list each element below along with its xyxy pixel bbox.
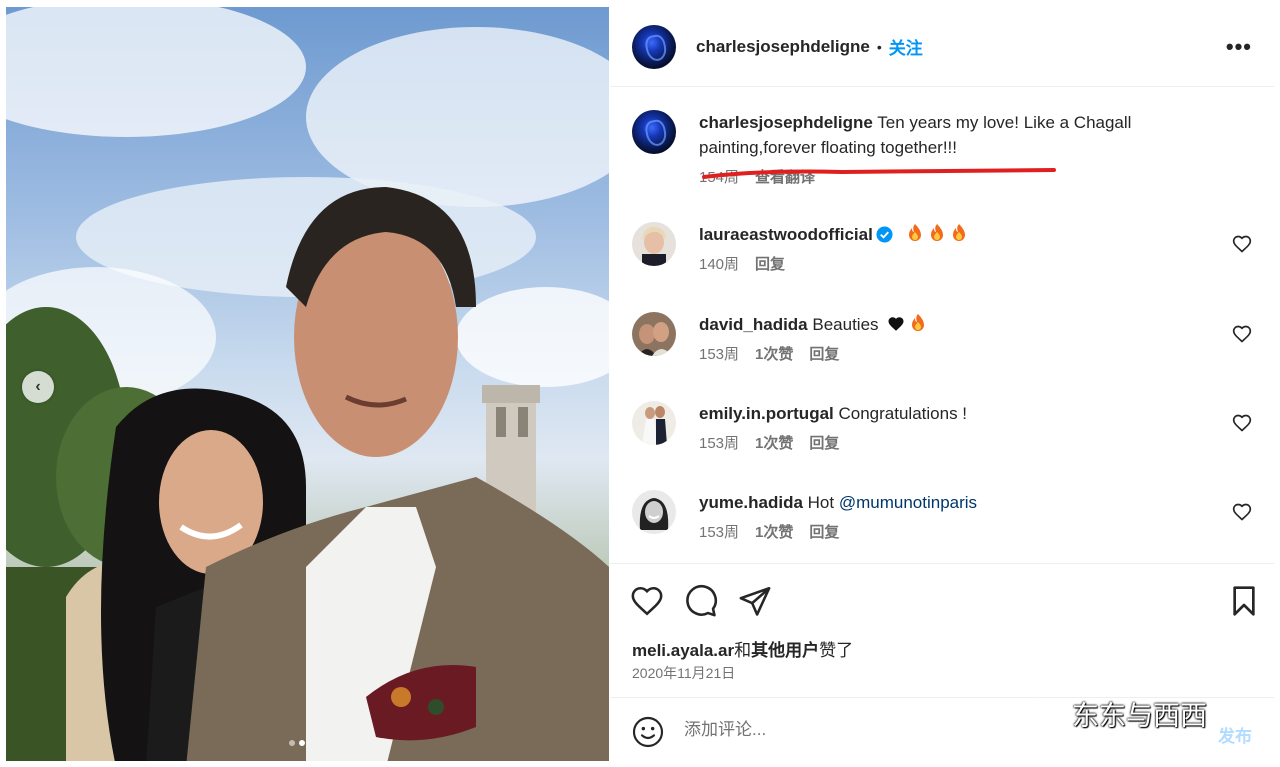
comment-body: emily.in.portugal Congratulations ! 153周… bbox=[699, 401, 1199, 456]
comment-likes[interactable]: 1次赞 bbox=[755, 431, 793, 456]
post-comment-button[interactable]: 发布 bbox=[1218, 722, 1252, 747]
fire-emoji bbox=[952, 224, 965, 241]
commenter-avatar[interactable] bbox=[632, 401, 676, 445]
carousel-dot-active bbox=[299, 740, 305, 746]
comment-username[interactable]: david_hadida bbox=[699, 315, 808, 334]
verified-badge-icon bbox=[876, 226, 893, 243]
more-options-icon[interactable]: ••• bbox=[1226, 35, 1252, 58]
carousel-dots bbox=[289, 740, 305, 746]
like-comment-heart-icon[interactable] bbox=[1232, 413, 1252, 433]
couple-selfie-image bbox=[6, 7, 609, 761]
save-bookmark-icon[interactable] bbox=[1228, 584, 1260, 618]
reply-button[interactable]: 回复 bbox=[755, 252, 785, 277]
like-comment-heart-icon[interactable] bbox=[1232, 234, 1252, 254]
reply-button[interactable]: 回复 bbox=[809, 431, 839, 456]
black-heart-emoji bbox=[888, 317, 904, 331]
fire-emoji bbox=[912, 314, 925, 331]
caption-avatar[interactable] bbox=[632, 110, 676, 154]
comment-likes[interactable]: 1次赞 bbox=[755, 342, 793, 367]
liker-username[interactable]: meli.ayala.ar bbox=[632, 641, 734, 660]
red-underline-annotation bbox=[702, 168, 1056, 179]
comment-body: david_hadida Beauties 153周 1次赞 回复 bbox=[699, 312, 1199, 367]
emoji-smile-icon[interactable] bbox=[632, 716, 664, 748]
carousel-prev-button[interactable]: ‹ bbox=[22, 371, 54, 403]
commenter-avatar[interactable] bbox=[632, 490, 676, 534]
other-likers-link[interactable]: 其他用户 bbox=[751, 641, 819, 660]
comment-username[interactable]: emily.in.portugal bbox=[699, 404, 834, 423]
author-avatar[interactable] bbox=[632, 24, 676, 69]
likes-suffix: 赞了 bbox=[819, 641, 854, 660]
wechat-logo-icon bbox=[1020, 697, 1064, 729]
caption-username[interactable]: charlesjosephdeligne bbox=[699, 113, 873, 132]
wechat-watermark: 东东与西西 bbox=[1020, 694, 1207, 733]
comment-age: 153周 bbox=[699, 435, 740, 452]
author-username[interactable]: charlesjosephdeligne bbox=[696, 37, 870, 57]
post-header: charlesjosephdeligne • 关注 ••• bbox=[610, 7, 1274, 87]
comment-text: Hot bbox=[807, 493, 835, 512]
comment-bubble-icon[interactable] bbox=[684, 584, 718, 618]
comment-body: lauraeastwoodofficial 140周 回复 bbox=[699, 222, 1199, 277]
commenter-avatar[interactable] bbox=[632, 222, 676, 266]
like-comment-heart-icon[interactable] bbox=[1232, 324, 1252, 344]
comment-likes[interactable]: 1次赞 bbox=[755, 520, 793, 545]
reply-button[interactable]: 回复 bbox=[809, 520, 839, 545]
likes-summary[interactable]: meli.ayala.ar和其他用户赞了 bbox=[632, 636, 853, 661]
likes-joiner: 和 bbox=[734, 641, 752, 660]
commenter-avatar[interactable] bbox=[632, 312, 676, 356]
fire-emoji bbox=[908, 224, 921, 241]
comments-list[interactable]: charlesjosephdeligne Ten years my love! … bbox=[610, 88, 1274, 562]
comment-item: emily.in.portugal Congratulations ! 153周… bbox=[632, 401, 1252, 471]
fire-emoji bbox=[930, 224, 943, 241]
comment-username[interactable]: lauraeastwoodofficial bbox=[699, 225, 873, 244]
like-comment-heart-icon[interactable] bbox=[1232, 502, 1252, 522]
like-heart-icon[interactable] bbox=[630, 584, 664, 618]
action-bar bbox=[610, 563, 1274, 643]
post-photo[interactable]: ‹ bbox=[6, 7, 609, 761]
comment-age: 140周 bbox=[699, 256, 740, 273]
follow-button[interactable]: 关注 bbox=[889, 34, 923, 59]
comment-text: Beauties bbox=[812, 315, 879, 334]
comment-age: 153周 bbox=[699, 346, 740, 363]
post-panel: charlesjosephdeligne • 关注 ••• charlesjos… bbox=[610, 7, 1274, 761]
comment-age: 153周 bbox=[699, 524, 740, 541]
comment-item: yume.hadida Hot @mumunotinparis 153周 1次赞… bbox=[632, 490, 1252, 560]
comment-mention-link[interactable]: @mumunotinparis bbox=[839, 493, 977, 512]
post-date: 2020年11月21日 bbox=[632, 665, 736, 681]
watermark-text: 东东与西西 bbox=[1072, 701, 1207, 732]
reply-button[interactable]: 回复 bbox=[809, 342, 839, 367]
comment-text: Congratulations ! bbox=[838, 404, 968, 423]
separator-dot: • bbox=[876, 38, 882, 55]
comment-item: david_hadida Beauties 153周 1次赞 回复 bbox=[632, 312, 1252, 382]
comment-username[interactable]: yume.hadida bbox=[699, 493, 803, 512]
comment-item: lauraeastwoodofficial 140周 回复 bbox=[632, 222, 1252, 292]
caption: charlesjosephdeligne Ten years my love! … bbox=[632, 110, 1252, 200]
carousel-dot bbox=[289, 740, 295, 746]
comment-body: yume.hadida Hot @mumunotinparis 153周 1次赞… bbox=[699, 490, 1199, 545]
share-send-icon[interactable] bbox=[738, 584, 772, 618]
